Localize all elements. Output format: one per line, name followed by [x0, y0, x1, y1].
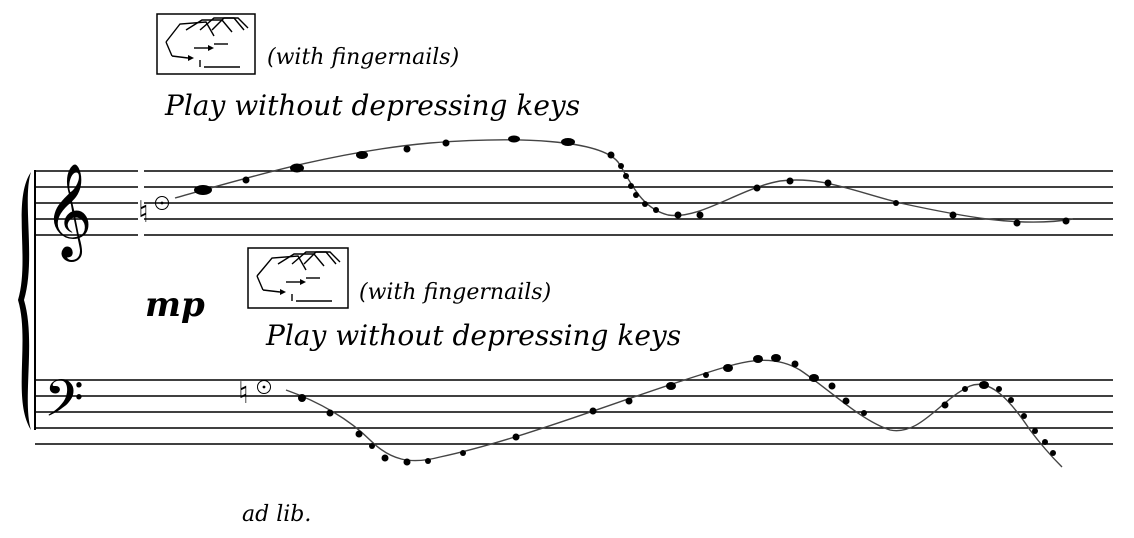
note-dot [607, 151, 615, 159]
note-dot [1062, 217, 1070, 225]
note-dot [625, 397, 633, 405]
fingernail-technique-icon [156, 13, 256, 75]
note-dot [633, 192, 639, 198]
note-dot [949, 211, 957, 219]
note-dot [512, 433, 520, 441]
note-dot [941, 401, 949, 409]
note-dot [666, 382, 676, 390]
note-dot [979, 381, 989, 389]
lower-natural-sign: ♮ [238, 376, 249, 411]
lower-technique-label: (with fingernails) [359, 280, 551, 305]
note-dot [356, 151, 368, 159]
tempo-marking: ad lib. [242, 502, 311, 527]
note-dot [893, 200, 899, 206]
note-dot [1050, 450, 1056, 456]
note-dot [298, 394, 306, 402]
note-dot [355, 430, 363, 438]
note-dot [786, 177, 794, 185]
treble-clef-icon: 𝄞 [44, 163, 92, 262]
note-dot [861, 410, 867, 416]
note-dot [1021, 413, 1027, 419]
note-dot [1013, 219, 1021, 227]
note-dot [403, 145, 411, 153]
note-dot [618, 163, 624, 169]
note-dot [696, 211, 704, 219]
note-dot [642, 201, 648, 207]
note-dot [771, 354, 781, 362]
note-dot [425, 458, 431, 464]
note-dot [628, 183, 634, 189]
note-dot [828, 382, 836, 390]
note-dot [442, 139, 450, 147]
note-dot [653, 207, 659, 213]
note-dot [809, 374, 819, 382]
note-dot [561, 138, 575, 146]
note-dot [290, 163, 304, 173]
upper-staff [35, 170, 1113, 236]
note-dot [1008, 397, 1014, 403]
note-dot [242, 176, 250, 184]
dynamic-marking: mp [145, 285, 205, 325]
note-dot [326, 409, 334, 417]
note-dot [623, 173, 629, 179]
note-dot [589, 407, 597, 415]
fingernail-technique-icon [247, 247, 349, 309]
lower-glissando-dots [298, 354, 1056, 466]
music-score: (with fingernails) Play without depressi… [18, 13, 1113, 527]
note-dot [703, 372, 709, 378]
note-dot [508, 135, 520, 143]
upper-natural-sign: ♮ [138, 195, 149, 230]
note-dot [842, 397, 850, 405]
lower-instruction: Play without depressing keys [265, 319, 681, 352]
grand-staff-brace [18, 172, 31, 430]
note-dot [674, 211, 682, 219]
note-dot [791, 360, 799, 368]
upper-glissando-dots [194, 135, 1070, 227]
upper-glissando-curve [174, 139, 1074, 223]
note-dot [381, 454, 389, 462]
note-dot [1032, 428, 1038, 434]
note-dot [753, 184, 761, 192]
lower-glissando-curve [285, 359, 1063, 468]
upper-instruction: Play without depressing keys [164, 89, 580, 122]
lower-staff [35, 379, 1113, 445]
note-dot [962, 386, 968, 392]
note-dot [753, 355, 763, 363]
note-dot [1042, 439, 1048, 445]
note-dot [403, 458, 411, 466]
note-dot [460, 450, 466, 456]
note-dot [996, 386, 1002, 392]
note-dot [824, 179, 832, 187]
note-dot [194, 185, 212, 195]
upper-technique-label: (with fingernails) [267, 45, 459, 70]
bass-clef-icon: 𝄢 [44, 368, 84, 441]
note-dot [723, 364, 733, 372]
note-dot [369, 443, 375, 449]
